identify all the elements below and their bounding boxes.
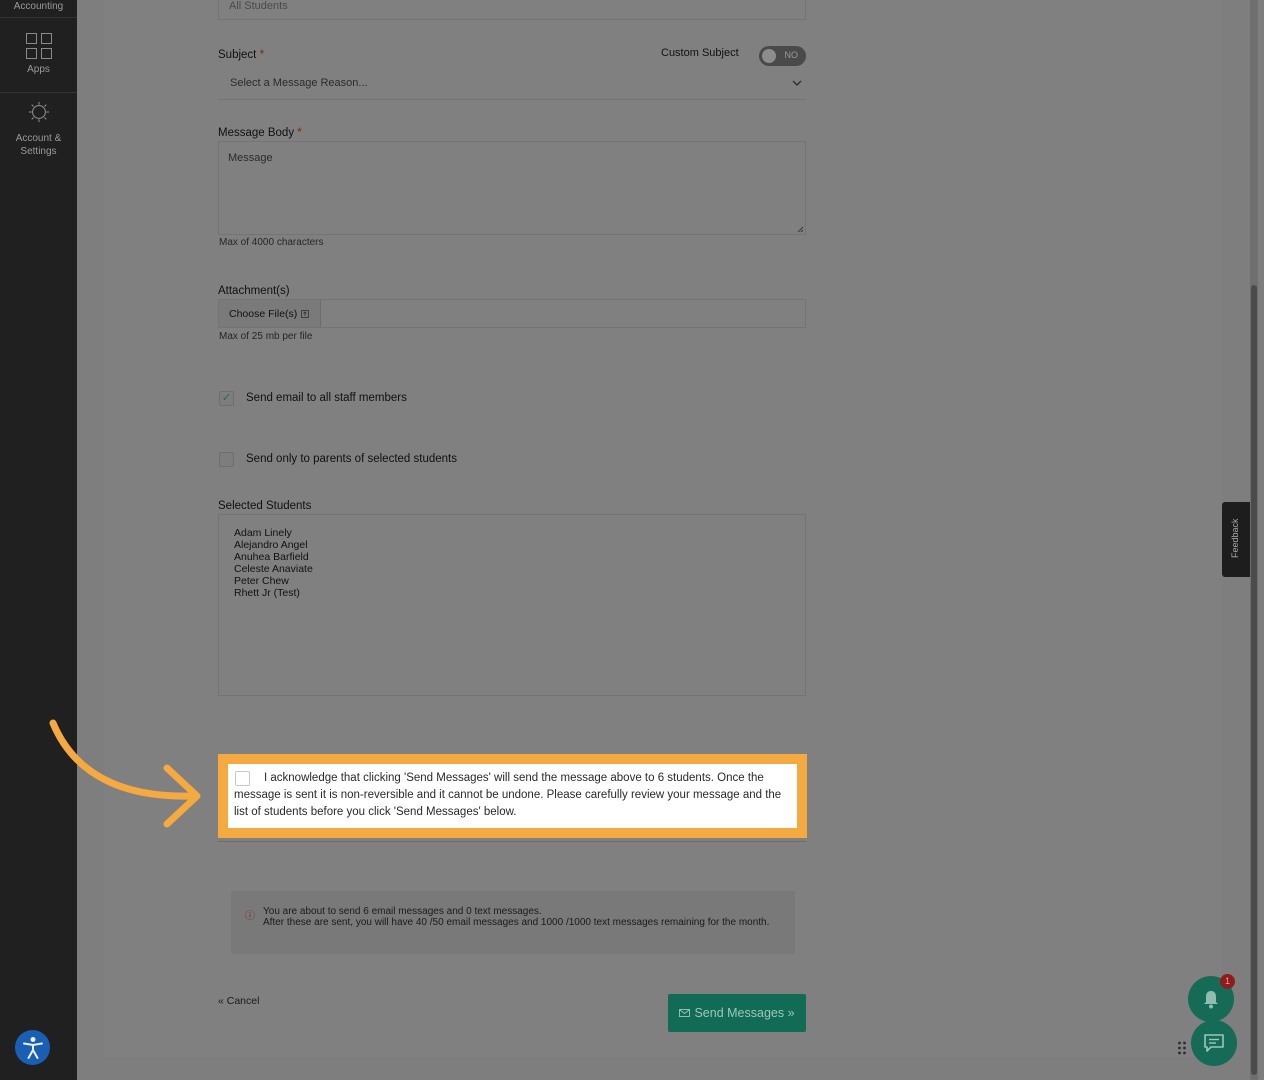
subject-select[interactable]: Select a Message Reason...	[218, 67, 806, 100]
list-item: Anuhea Barfield	[234, 551, 309, 563]
notice-line: After these are sent, you will have 40 /…	[263, 917, 770, 928]
send-staff-checkbox[interactable]: ✓	[219, 391, 234, 406]
sidebar-item-accounting[interactable]: Accounting	[0, 0, 77, 14]
list-item: Adam Linely	[234, 527, 292, 539]
chevron-down-icon	[792, 80, 802, 86]
send-messages-button[interactable]: Send Messages »	[668, 994, 806, 1032]
toggle-state: NO	[784, 50, 799, 60]
toggle-knob	[762, 49, 776, 63]
highlight-arrow-icon	[49, 719, 201, 828]
selected-students-label: Selected Students	[218, 500, 312, 512]
subject-select-value: Select a Message Reason...	[230, 77, 368, 89]
send-messages-label: Send Messages »	[694, 1006, 795, 1020]
scrollbar-thumb[interactable]	[1251, 285, 1257, 1075]
send-staff-label: Send email to all staff members	[246, 392, 407, 404]
accessibility-icon	[22, 1036, 43, 1059]
upload-icon	[301, 310, 309, 318]
resize-handle-icon[interactable]	[797, 226, 804, 233]
checkmark-icon: ✓	[221, 392, 232, 404]
send-parents-label: Send only to parents of selected student…	[246, 453, 457, 465]
list-item: Celeste Anaviate	[234, 563, 313, 575]
custom-subject-toggle[interactable]: NO	[759, 46, 806, 66]
max-file-note: Max of 25 mb per file	[219, 331, 313, 342]
choose-files-label: Choose File(s)	[229, 308, 298, 320]
custom-subject-label: Custom Subject	[661, 47, 739, 59]
sidebar-item-account-settings[interactable]: Account & Settings	[0, 100, 77, 160]
drag-handle-icon[interactable]	[1177, 1040, 1187, 1056]
notification-badge: 1	[1220, 974, 1235, 989]
cancel-link[interactable]: « Cancel	[218, 995, 259, 1007]
notice-text: You are about to send 6 email messages a…	[263, 906, 783, 928]
bell-icon	[1204, 991, 1218, 1009]
message-body-label: Message Body *	[218, 127, 302, 139]
notice-line: You are about to send 6 email messages a…	[263, 906, 542, 917]
students-list-items: Adam Linely Alejandro Angel Anuhea Barfi…	[234, 527, 313, 599]
message-placeholder: Message	[228, 152, 273, 164]
sidebar-item-apps[interactable]: Apps	[0, 33, 77, 83]
recipient-value: All Students	[229, 0, 288, 12]
sidebar-item-label: Accounting	[13, 1, 64, 12]
accessibility-button[interactable]	[15, 1030, 50, 1065]
chat-icon	[1204, 1034, 1224, 1052]
list-item: Alejandro Angel	[234, 539, 308, 551]
envelope-icon	[679, 1009, 691, 1017]
chat-button[interactable]	[1191, 1020, 1237, 1066]
file-input[interactable]: Choose File(s)	[218, 299, 806, 328]
sidebar-item-label: Settings	[20, 146, 57, 157]
recipient-select[interactable]: All Students	[218, 0, 806, 20]
feedback-label: Feedback	[1230, 518, 1240, 558]
divider	[0, 92, 77, 93]
acknowledge-text: I acknowledge that clicking 'Send Messag…	[234, 772, 782, 818]
sidebar: Accounting Apps Account & Settings	[0, 0, 77, 1080]
info-icon: ⓘ	[245, 911, 255, 922]
divider	[0, 17, 77, 18]
subject-label: Subject *	[218, 49, 265, 61]
gear-icon	[28, 101, 49, 123]
list-item: Rhett Jr (Test)	[234, 587, 300, 599]
sidebar-item-label: Account &	[15, 133, 62, 144]
choose-files-button[interactable]: Choose File(s)	[219, 300, 321, 327]
sidebar-item-label: Apps	[27, 64, 50, 75]
send-parents-checkbox[interactable]	[219, 452, 234, 467]
divider	[218, 841, 806, 842]
selected-students-list[interactable]: Adam Linely Alejandro Angel Anuhea Barfi…	[218, 514, 806, 696]
max-chars-note: Max of 4000 characters	[219, 237, 324, 248]
message-body-textarea[interactable]: Message	[218, 141, 806, 235]
apps-grid-icon	[25, 33, 52, 59]
feedback-tab[interactable]: Feedback	[1222, 502, 1250, 577]
list-item: Peter Chew	[234, 575, 289, 587]
attachments-label: Attachment(s)	[218, 285, 290, 297]
